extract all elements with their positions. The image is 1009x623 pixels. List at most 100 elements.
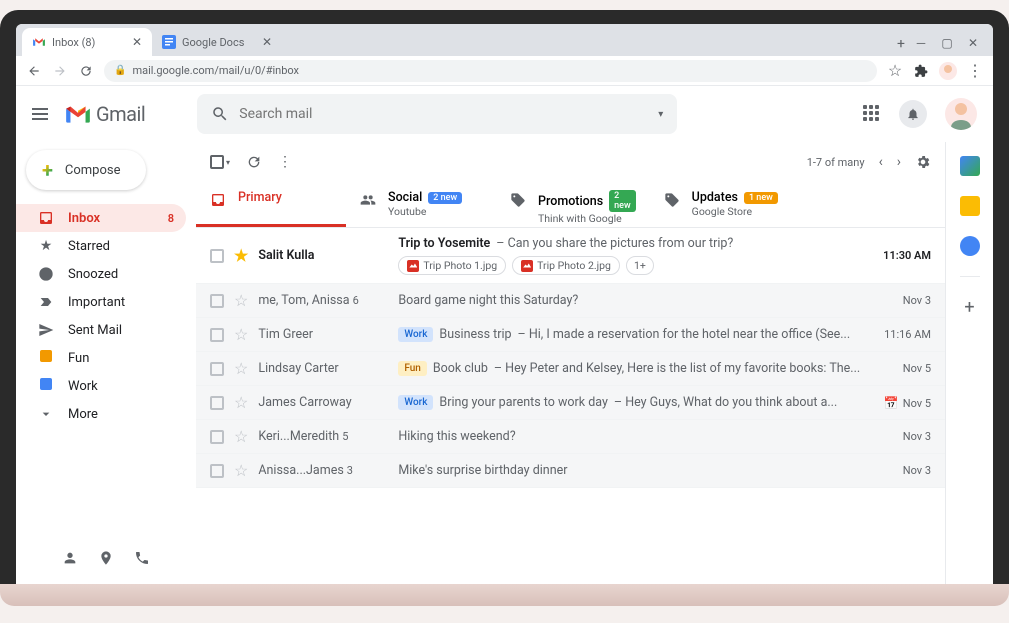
settings-icon[interactable] (915, 154, 931, 170)
more-attachments[interactable]: 1+ (626, 256, 654, 275)
lock-icon: 🔒 (114, 65, 126, 76)
star-icon[interactable]: ☆ (234, 427, 248, 446)
forward-button[interactable] (52, 63, 68, 79)
email-snippet: Hey Peter and Kelsey, Here is the list o… (494, 361, 860, 376)
send-icon (38, 322, 54, 338)
gmail-m-icon (64, 103, 92, 125)
page-prev[interactable]: ‹ (879, 154, 883, 170)
search-options-caret[interactable]: ▾ (658, 109, 663, 120)
email-date: 11:30 AM (871, 249, 931, 262)
email-row[interactable]: ☆ James Carroway WorkBring your parents … (196, 386, 945, 420)
select-all-checkbox[interactable]: ▾ (210, 155, 230, 169)
account-avatar[interactable] (945, 98, 977, 130)
tasks-app-icon[interactable] (960, 236, 980, 256)
browser-menu[interactable]: ⋮ (967, 63, 983, 79)
email-subject: Mike's surprise birthday dinner (398, 463, 567, 478)
window-minimize[interactable]: ─ (913, 36, 929, 50)
sidebar-item-work[interactable]: Work (16, 372, 186, 400)
email-sender: me, Tom, Anissa6 (258, 293, 388, 308)
category-icon (210, 192, 226, 208)
extensions-button[interactable] (913, 63, 929, 79)
more-actions-button[interactable]: ⋮ (278, 154, 292, 170)
back-button[interactable] (26, 63, 42, 79)
search-box[interactable]: ▾ (197, 94, 677, 134)
sidebar-item-important[interactable]: Important (16, 288, 186, 316)
sidebar-item-snoozed[interactable]: Snoozed (16, 260, 186, 288)
window-maximize[interactable]: ▢ (939, 36, 955, 50)
browser-tab[interactable]: Google Docs✕ (152, 28, 282, 56)
reload-button[interactable] (78, 63, 94, 79)
refresh-button[interactable] (246, 154, 262, 170)
gmail-logo[interactable]: Gmail (64, 102, 145, 126)
event-icon: 📅 (884, 396, 899, 410)
star-icon[interactable]: ☆ (234, 461, 248, 480)
email-checkbox[interactable] (210, 249, 224, 263)
attachment-chip[interactable]: Trip Photo 2.jpg (512, 256, 620, 275)
search-input[interactable] (239, 106, 648, 122)
main-menu-icon[interactable] (32, 104, 52, 124)
email-subject: Book club (433, 361, 488, 376)
sidebar-item-more[interactable]: More (16, 400, 186, 428)
category-subtext: Google Store (692, 205, 778, 218)
notifications-icon[interactable] (899, 100, 927, 128)
star-icon[interactable]: ★ (234, 246, 248, 265)
email-date: 📅Nov 5 (871, 396, 931, 410)
email-sender: Salit Kulla (258, 248, 388, 263)
email-checkbox[interactable] (210, 464, 224, 478)
sidebar-item-fun[interactable]: Fun (16, 344, 186, 372)
star-icon[interactable]: ☆ (234, 359, 248, 378)
browser-tab[interactable]: Inbox (8)✕ (22, 28, 152, 56)
email-checkbox[interactable] (210, 430, 224, 444)
add-app-icon[interactable]: + (960, 297, 980, 317)
contacts-icon[interactable] (62, 550, 78, 566)
browser-profile-avatar[interactable] (939, 62, 957, 80)
email-sender: James Carroway (258, 395, 388, 410)
email-row[interactable]: ☆ me, Tom, Anissa6 Board game night this… (196, 284, 945, 318)
email-row[interactable]: ☆ Keri...Meredith5 Hiking this weekend? … (196, 420, 945, 454)
tab-close-icon[interactable]: ✕ (132, 35, 142, 49)
email-checkbox[interactable] (210, 362, 224, 376)
sidebar-item-starred[interactable]: ★Starred (16, 232, 186, 260)
star-icon[interactable]: ☆ (234, 393, 248, 412)
gmail-wordmark: Gmail (96, 102, 145, 126)
sidebar-item-sent-mail[interactable]: Sent Mail (16, 316, 186, 344)
category-label: Primary (238, 190, 282, 205)
url-field[interactable]: 🔒 mail.google.com/mail/u/0/#inbox (104, 60, 877, 82)
compose-button[interactable]: + Compose (26, 150, 146, 190)
category-tab-updates[interactable]: Updates1 newGoogle Store (650, 182, 800, 227)
google-apps-icon[interactable] (863, 105, 881, 123)
keep-app-icon[interactable] (960, 196, 980, 216)
email-row[interactable]: ☆ Anissa...James3 Mike's surprise birthd… (196, 454, 945, 488)
email-checkbox[interactable] (210, 294, 224, 308)
new-tab-button[interactable]: + (889, 32, 913, 56)
label-chip: Work (398, 395, 433, 410)
sidebar-item-label: Work (68, 379, 98, 394)
email-checkbox[interactable] (210, 396, 224, 410)
email-row[interactable]: ☆ Tim Greer WorkBusiness tripHi, I made … (196, 318, 945, 352)
page-next[interactable]: › (897, 154, 901, 170)
category-tab-social[interactable]: Social2 newYoutube (346, 182, 496, 227)
right-rail: + (945, 142, 993, 584)
attachment-chip[interactable]: Trip Photo 1.jpg (398, 256, 506, 275)
hangouts-location-icon[interactable] (98, 550, 114, 566)
category-tab-promotions[interactable]: Promotions2 newThink with Google (496, 182, 650, 227)
star-icon[interactable]: ☆ (234, 325, 248, 344)
phone-icon[interactable] (134, 550, 150, 566)
toolbar: ▾ ⋮ 1-7 of many ‹ › (196, 142, 945, 182)
image-icon (407, 260, 419, 272)
email-row[interactable]: ★ Salit Kulla Trip to YosemiteCan you sh… (196, 228, 945, 284)
email-row[interactable]: ☆ Lindsay Carter FunBook clubHey Peter a… (196, 352, 945, 386)
star-icon[interactable]: ☆ (234, 291, 248, 310)
pagination-text: 1-7 of many (807, 156, 865, 169)
category-badge: 2 new (428, 192, 462, 204)
tab-close-icon[interactable]: ✕ (262, 35, 272, 49)
category-tab-primary[interactable]: Primary (196, 182, 346, 227)
sidebar-item-inbox[interactable]: Inbox8 (16, 204, 186, 232)
tab-favicon (32, 35, 46, 49)
email-list: ★ Salit Kulla Trip to YosemiteCan you sh… (196, 228, 945, 584)
window-close[interactable]: ✕ (965, 36, 981, 50)
sidebar-item-label: Inbox (68, 211, 100, 226)
calendar-app-icon[interactable] (960, 156, 980, 176)
email-checkbox[interactable] (210, 328, 224, 342)
bookmark-button[interactable]: ☆ (887, 63, 903, 79)
